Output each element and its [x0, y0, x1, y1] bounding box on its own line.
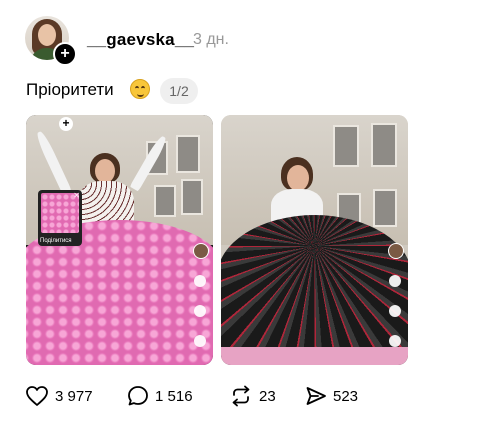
- share-thumbnail: ✕ Поділитися: [38, 190, 82, 246]
- heart-icon: [389, 275, 401, 287]
- share-thumb-label: Поділитися: [40, 238, 72, 244]
- lipstick-pile: [221, 215, 408, 365]
- comment-icon: [194, 305, 206, 317]
- media-counter-badge: 1/2: [160, 78, 198, 104]
- send-icon: [306, 387, 326, 405]
- video-side-rail: [193, 243, 209, 365]
- comment-count: 1 516: [155, 387, 193, 405]
- overlay-plus-icon: +: [59, 117, 73, 131]
- video-side-rail: [388, 243, 404, 365]
- media-item-2[interactable]: [221, 115, 408, 365]
- repost-button[interactable]: 23: [229, 383, 276, 409]
- post-time: 3 дн.: [193, 31, 229, 48]
- share-count: 523: [333, 387, 359, 405]
- post-text: Пріоритети: [26, 80, 114, 99]
- like-button[interactable]: 3 977: [25, 383, 93, 409]
- pink-base: [221, 347, 408, 365]
- smirk-emoji-icon: [130, 79, 150, 99]
- share-icon: [389, 335, 401, 347]
- bookmark-icon: [194, 335, 206, 347]
- author-username[interactable]: __gaevska__: [87, 30, 194, 50]
- heart-icon: [194, 275, 206, 287]
- heart-icon: [26, 386, 48, 406]
- comment-button[interactable]: 1 516: [127, 383, 193, 409]
- repost-count: 23: [259, 387, 276, 405]
- author-avatar[interactable]: +: [25, 16, 77, 66]
- post-actions: 3 977 1 516 23 523: [25, 383, 465, 409]
- share-button[interactable]: 523: [305, 383, 358, 409]
- like-count: 3 977: [55, 387, 93, 405]
- comment-icon: [389, 305, 401, 317]
- close-icon: ✕: [73, 191, 80, 200]
- repost-icon: [232, 385, 250, 407]
- post-header: + __gaevska__ 3 дн.: [25, 16, 465, 66]
- media-item-1[interactable]: + ✕ Поділитися: [26, 115, 213, 365]
- follow-plus-icon[interactable]: +: [53, 42, 77, 66]
- comment-icon: [128, 386, 148, 406]
